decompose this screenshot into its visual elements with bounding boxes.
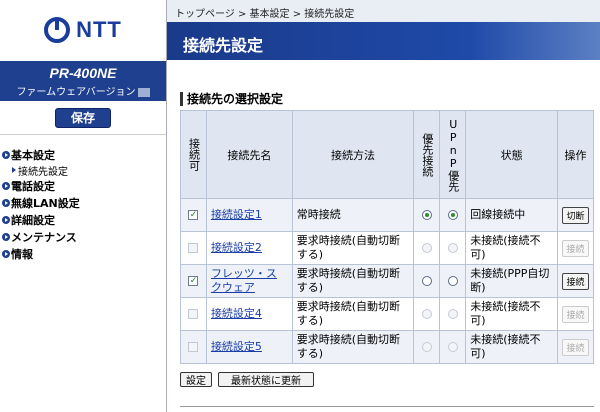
- method-cell: 常時接続: [291, 198, 415, 232]
- col-name: 接続先名: [205, 110, 293, 199]
- connection-link[interactable]: 接続設定5: [211, 340, 262, 353]
- enable-checkbox[interactable]: ✓: [188, 276, 199, 286]
- left-panel: NTT PR-400NE ファームウェアバージョン 保存 基本設定 接続先設定 …: [0, 0, 166, 412]
- connection-table: 接続可 接続先名 接続方法 優先接続 UPnP優先 状態 操作 ✓ 接続設定1 …: [180, 110, 595, 364]
- model-info: PR-400NE ファームウェアバージョン: [0, 61, 166, 101]
- main-panel: トップページ > 基本設定 > 接続先設定 接続先設定 接続先の選択設定 接続可…: [167, 0, 600, 412]
- sidebar-item-phone[interactable]: 電話設定: [0, 177, 166, 194]
- status-cell: 未接続(接続不可): [465, 231, 558, 265]
- bullet-icon: [2, 198, 10, 207]
- sidebar-item-wireless[interactable]: 無線LAN設定: [0, 194, 166, 211]
- bullet-icon: [2, 249, 10, 258]
- col-upnp: UPnP優先: [439, 110, 467, 199]
- section-header: 接続先の選択設定: [180, 90, 283, 107]
- method-cell: 要求時接続(自動切断する): [291, 297, 415, 331]
- method-cell: 要求時接続(自動切断する): [291, 231, 415, 265]
- table-row: 接続設定4 要求時接続(自動切断する) 未接続(接続不可) 接続: [180, 297, 595, 331]
- logo: NTT: [0, 0, 166, 60]
- save-button[interactable]: 保存: [55, 107, 111, 128]
- table-row: 接続設定5 要求時接続(自動切断する) 未接続(接続不可) 接続: [180, 330, 595, 364]
- bottom-buttons: 設定 最新状態に更新: [180, 372, 314, 387]
- priority-radio: [421, 243, 432, 253]
- col-status: 状態: [465, 110, 558, 199]
- bottom-divider: [180, 406, 594, 407]
- connect-button: 接続: [562, 305, 589, 323]
- triangle-icon: [12, 167, 16, 173]
- status-cell: 未接続(接続不可): [465, 297, 558, 331]
- connection-link[interactable]: 接続設定1: [211, 208, 262, 221]
- sidebar-item-info[interactable]: 情報: [0, 245, 166, 262]
- col-priority: 優先接続: [413, 110, 441, 199]
- upnp-radio: [447, 243, 458, 253]
- sidebar-nav: 基本設定 接続先設定 電話設定 無線LAN設定 詳細設定 メンテナンス 情報: [0, 146, 166, 262]
- ntt-logo-icon: [44, 17, 71, 43]
- sidebar-item-maintenance[interactable]: メンテナンス: [0, 228, 166, 245]
- section-title: 接続先の選択設定: [187, 92, 284, 106]
- sidebar-item-advanced[interactable]: 詳細設定: [0, 211, 166, 228]
- refresh-button[interactable]: 最新状態に更新: [218, 372, 314, 387]
- status-cell: 未接続(PPP自切断): [465, 264, 558, 298]
- firmware-version: ファームウェアバージョン: [0, 83, 166, 98]
- enable-checkbox[interactable]: ✓: [188, 210, 199, 220]
- priority-radio[interactable]: [421, 276, 432, 286]
- col-enabled: 接続可: [180, 110, 207, 199]
- col-action: 操作: [556, 110, 595, 199]
- table-row: 接続設定2 要求時接続(自動切断する) 未接続(接続不可) 接続: [180, 231, 595, 265]
- priority-radio: [421, 342, 432, 352]
- priority-radio: [421, 309, 432, 319]
- logo-text: NTT: [76, 17, 122, 42]
- connect-button[interactable]: 接続: [562, 272, 589, 290]
- bullet-icon: [2, 150, 10, 159]
- save-area: 保存: [0, 101, 166, 135]
- model-name: PR-400NE: [49, 65, 117, 81]
- app-root: NTT PR-400NE ファームウェアバージョン 保存 基本設定 接続先設定 …: [0, 0, 600, 412]
- page-title: 接続先設定: [167, 22, 600, 60]
- connect-button: 接続: [562, 338, 589, 356]
- upnp-radio[interactable]: [447, 210, 458, 220]
- bullet-icon: [2, 215, 10, 224]
- disconnect-button[interactable]: 切断: [562, 206, 589, 224]
- connection-link[interactable]: フレッツ・スクウェア: [211, 267, 277, 294]
- section-bar: [180, 91, 183, 106]
- bullet-icon: [2, 181, 10, 190]
- upnp-radio: [447, 342, 458, 352]
- breadcrumb: トップページ > 基本設定 > 接続先設定: [167, 0, 600, 22]
- connection-link[interactable]: 接続設定2: [211, 241, 262, 254]
- method-cell: 要求時接続(自動切断する): [291, 264, 415, 298]
- method-cell: 要求時接続(自動切断する): [291, 330, 415, 364]
- table-row: ✓ 接続設定1 常時接続 回線接続中 切断: [180, 198, 595, 232]
- status-cell: 回線接続中: [465, 198, 558, 232]
- bullet-icon: [2, 232, 10, 241]
- table-row: ✓ フレッツ・スクウェア 要求時接続(自動切断する) 未接続(PPP自切断) 接…: [180, 264, 595, 298]
- set-button[interactable]: 設定: [180, 372, 212, 387]
- firmware-version-value: [137, 87, 150, 97]
- col-method: 接続方法: [291, 110, 415, 199]
- sidebar-item-basic[interactable]: 基本設定: [0, 146, 166, 163]
- connection-link[interactable]: 接続設定4: [211, 307, 262, 320]
- table-header-row: 接続可 接続先名 接続方法 優先接続 UPnP優先 状態 操作: [180, 110, 595, 199]
- sidebar-subitem-connection[interactable]: 接続先設定: [0, 163, 166, 178]
- enable-checkbox[interactable]: [188, 309, 199, 319]
- upnp-radio[interactable]: [447, 276, 458, 286]
- enable-checkbox[interactable]: [188, 243, 199, 253]
- priority-radio[interactable]: [421, 210, 432, 220]
- upnp-radio: [447, 309, 458, 319]
- status-cell: 未接続(接続不可): [465, 330, 558, 364]
- connect-button: 接続: [562, 239, 589, 257]
- enable-checkbox[interactable]: [188, 342, 199, 352]
